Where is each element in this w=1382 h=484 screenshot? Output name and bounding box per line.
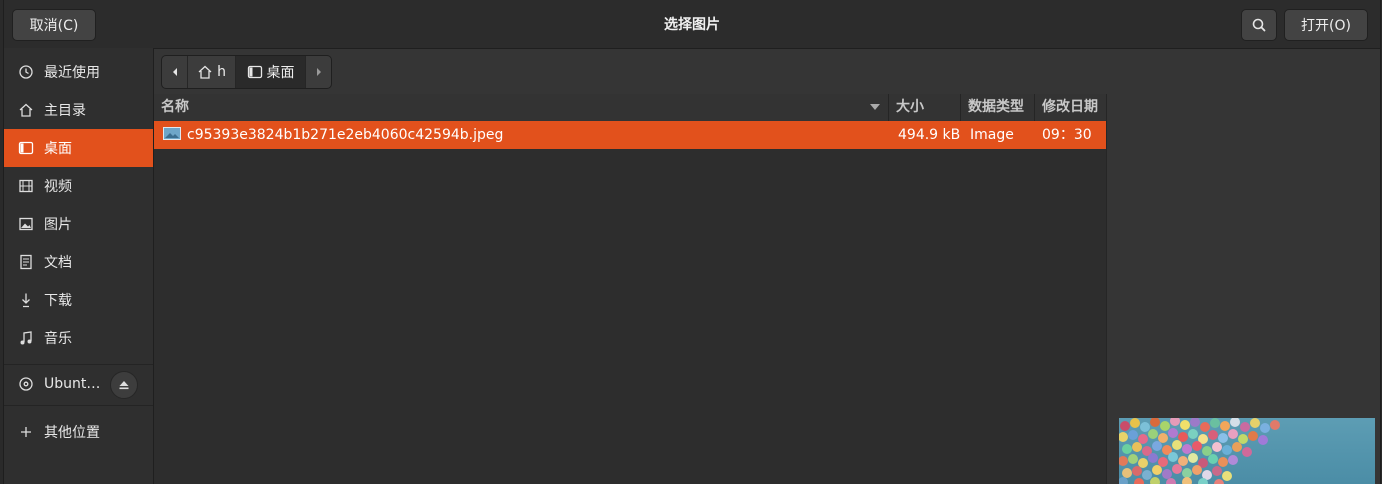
sidebar-item-downloads[interactable]: 下载 <box>4 281 153 319</box>
sidebar-item-home[interactable]: 主目录 <box>4 91 153 129</box>
column-header-size[interactable]: 大小 <box>889 94 961 121</box>
table-row[interactable]: c95393e3824b1b271e2eb4060c42594b.jpeg 49… <box>154 121 1106 149</box>
eject-button[interactable] <box>110 371 138 399</box>
places-sidebar: 最近使用 主目录 桌面 视频 图片 文档 下载 音乐 Ubunt… 其他位置 <box>4 48 154 484</box>
file-chooser-dialog: 选择图片 取消(C) 打开(O) 最近使用 主目录 桌面 视频 图片 文档 下载… <box>3 0 1381 484</box>
path-home-label: h <box>217 64 226 80</box>
dialog-title-wrap: 选择图片 <box>4 0 1380 48</box>
column-header-name[interactable]: 名称 <box>154 94 889 121</box>
plus-icon <box>18 424 34 440</box>
home-icon <box>18 102 34 118</box>
column-header-label: 大小 <box>896 99 924 115</box>
sidebar-item-videos[interactable]: 视频 <box>4 167 153 205</box>
sidebar-item-recent[interactable]: 最近使用 <box>4 53 153 91</box>
sidebar-item-label: 音乐 <box>44 331 72 347</box>
file-name: c95393e3824b1b271e2eb4060c42594b.jpeg <box>187 127 504 143</box>
sidebar-item-desktop[interactable]: 桌面 <box>4 129 153 167</box>
image-file-icon <box>163 127 181 141</box>
home-icon <box>198 65 212 79</box>
path-back-button[interactable] <box>162 56 188 88</box>
sort-arrow-icon <box>870 104 880 110</box>
file-modified: 09：30 <box>1042 127 1092 143</box>
sidebar-item-other-locations[interactable]: 其他位置 <box>4 413 153 451</box>
eject-icon <box>119 381 129 390</box>
sidebar-item-label: 其他位置 <box>44 425 100 441</box>
desktop-icon <box>247 65 262 79</box>
chevron-left-icon <box>172 68 177 76</box>
open-button[interactable]: 打开(O) <box>1284 9 1368 41</box>
download-icon <box>18 292 34 308</box>
header-bar: 选择图片 取消(C) 打开(O) <box>4 0 1380 49</box>
path-forward-button[interactable] <box>306 56 331 88</box>
sidebar-item-label: Ubunt… <box>44 376 101 392</box>
sidebar-item-pictures[interactable]: 图片 <box>4 205 153 243</box>
search-icon <box>1252 18 1266 32</box>
sidebar-divider <box>4 405 153 406</box>
picture-icon <box>18 216 34 232</box>
file-list[interactable]: 名称 大小 数据类型 修改日期 c95393e3824b1b271e2eb406… <box>154 94 1106 484</box>
preview-panel <box>1106 94 1380 484</box>
path-home-button[interactable]: h <box>188 56 236 88</box>
path-desktop-button[interactable]: 桌面 <box>236 56 306 88</box>
sidebar-item-label: 最近使用 <box>44 65 100 81</box>
sidebar-item-documents[interactable]: 文档 <box>4 243 153 281</box>
search-button[interactable] <box>1241 9 1277 41</box>
sidebar-item-label: 文档 <box>44 255 72 271</box>
sidebar-item-label: 桌面 <box>44 141 72 157</box>
music-icon <box>18 330 34 346</box>
document-icon <box>18 254 34 270</box>
sidebar-item-label: 视频 <box>44 179 72 195</box>
clock-icon <box>18 64 34 80</box>
column-header-modified[interactable]: 修改日期 <box>1035 94 1106 121</box>
disc-icon <box>18 376 34 392</box>
cancel-button[interactable]: 取消(C) <box>12 9 96 41</box>
file-size: 494.9 kB <box>898 127 961 143</box>
column-header-label: 修改日期 <box>1042 99 1098 115</box>
sidebar-item-label: 主目录 <box>44 103 86 119</box>
column-header-label: 数据类型 <box>968 99 1024 115</box>
file-type: Image <box>970 127 1014 143</box>
path-bar: h 桌面 <box>161 55 332 89</box>
column-header-type[interactable]: 数据类型 <box>961 94 1035 121</box>
sidebar-item-device[interactable]: Ubunt… <box>4 365 104 403</box>
chevron-right-icon <box>316 68 321 76</box>
sidebar-item-music[interactable]: 音乐 <box>4 319 153 357</box>
desktop-icon <box>18 140 34 156</box>
sidebar-item-label: 下载 <box>44 293 72 309</box>
film-icon <box>18 178 34 194</box>
sidebar-item-label: 图片 <box>44 217 72 233</box>
dialog-title: 选择图片 <box>664 17 720 33</box>
column-header-label: 名称 <box>161 99 189 115</box>
path-desktop-label: 桌面 <box>266 65 295 81</box>
image-preview-thumbnail <box>1119 418 1375 484</box>
